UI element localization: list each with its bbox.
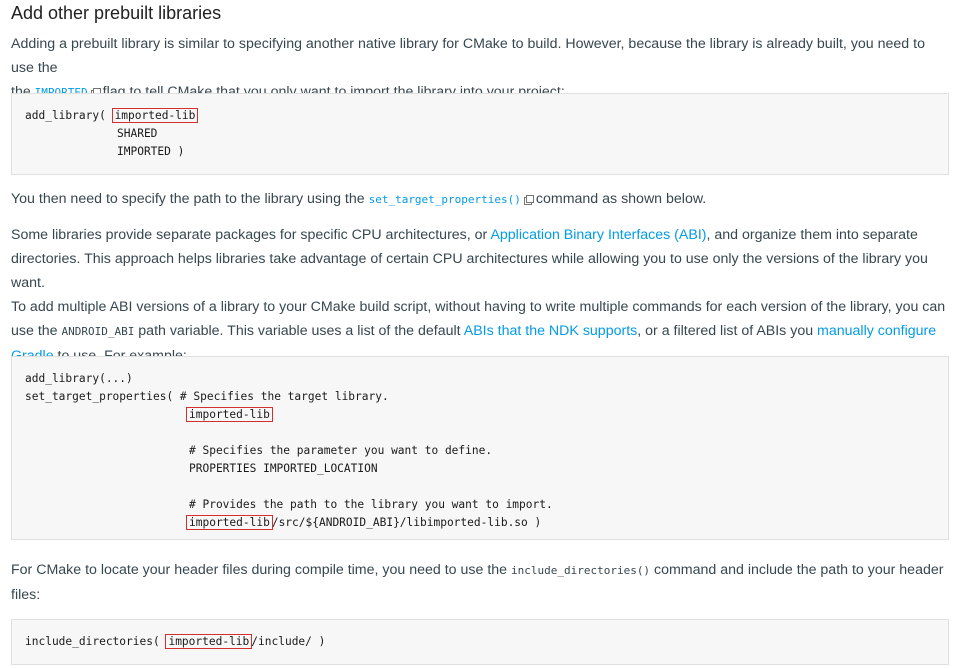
- code-block-include-directories: include_directories( imported-lib/includ…: [11, 619, 949, 665]
- abi-link[interactable]: Application Binary Interfaces (ABI): [490, 227, 706, 243]
- set-target-properties-link[interactable]: set_target_properties(): [369, 193, 521, 206]
- imported-lib-highlight: imported-lib: [186, 515, 273, 530]
- ndk-abis-link[interactable]: ABIs that the NDK supports: [464, 323, 638, 339]
- manually-configure-link[interactable]: manually configure: [817, 323, 936, 339]
- code-line-5: # Specifies the parameter you want to de…: [189, 444, 493, 457]
- abi-paragraph: Some libraries provide separate packages…: [11, 223, 951, 368]
- code-line-1: include_directories( imported-lib/includ…: [25, 634, 326, 649]
- code-line-9: imported-lib/src/${ANDROID_ABI}/libimpor…: [186, 515, 542, 530]
- properties-paragraph: You then need to specify the path to the…: [11, 191, 707, 207]
- code-line-6: PROPERTIES IMPORTED_LOCATION: [189, 462, 378, 475]
- code-line-3: IMPORTED ): [117, 145, 185, 158]
- code-line-8: # Provides the path to the library you w…: [189, 498, 553, 511]
- external-link-icon: [523, 195, 534, 205]
- imported-lib-highlight: imported-lib: [186, 407, 273, 422]
- android-abi-code: ANDROID_ABI: [61, 325, 135, 338]
- imported-lib-highlight: imported-lib: [111, 108, 199, 123]
- code-line-2: SHARED: [117, 127, 158, 140]
- include-paragraph: For CMake to locate your header files du…: [11, 562, 944, 603]
- code-line-3: imported-lib: [186, 406, 273, 424]
- intro-text-a: Adding a prebuilt library is similar to …: [11, 36, 925, 76]
- code-block-add-library: add_library( imported-lib SHARED IMPORTE…: [11, 93, 949, 175]
- doc-page: Add other prebuilt libraries Adding a pr…: [0, 0, 959, 668]
- code-line-1: add_library( imported-lib: [25, 108, 199, 123]
- code-block-set-target-properties: add_library(...) set_target_properties( …: [11, 356, 949, 540]
- section-heading: Add other prebuilt libraries: [11, 3, 222, 23]
- imported-lib-highlight: imported-lib: [165, 634, 253, 649]
- code-line-1: add_library(...): [25, 372, 133, 385]
- code-line-2: set_target_properties( # Specifies the t…: [25, 390, 389, 403]
- include-directories-code: include_directories(): [510, 564, 651, 577]
